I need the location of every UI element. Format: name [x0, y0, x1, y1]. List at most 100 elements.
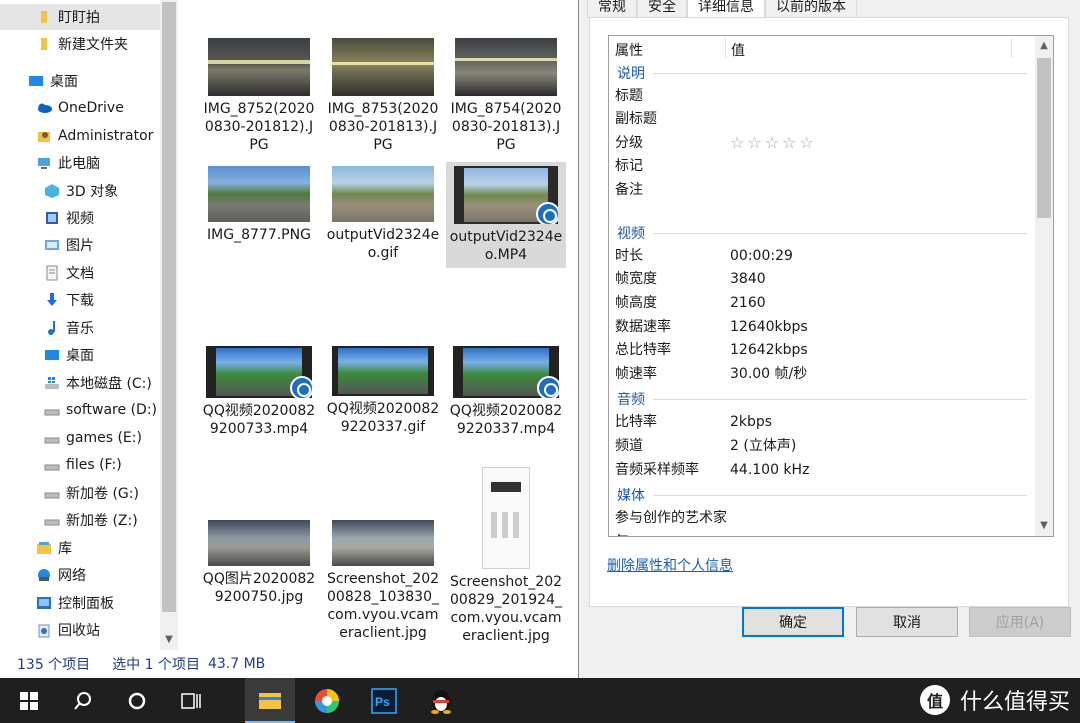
windows-drive-icon — [45, 377, 59, 389]
tab-details[interactable]: 详细信息 — [687, 0, 765, 18]
tunnel-photo-thumbnail — [208, 38, 310, 96]
tab-previous-versions[interactable]: 以前的版本 — [765, 0, 857, 18]
property-sample-rate[interactable]: 音频采样频率 — [615, 460, 699, 480]
file-tile[interactable]: Screenshot_20200828_103830_com.vyou.vcam… — [323, 520, 443, 642]
property-rating[interactable]: 分级 — [615, 133, 643, 153]
file-tile[interactable]: outputVid2324eo.gif — [323, 166, 443, 262]
documents-icon — [46, 265, 58, 281]
video-thumbnail — [206, 346, 312, 398]
nav-item-network[interactable]: 网络 — [0, 562, 160, 588]
file-tile[interactable]: IMG_8752(20200830-201812).JPG — [199, 38, 319, 154]
chevron-down-icon[interactable]: ▼ — [1038, 520, 1050, 534]
nav-item-desktop-2[interactable]: 桌面 — [0, 342, 160, 368]
nav-item-libraries[interactable]: 库 — [0, 535, 160, 561]
nav-item-videos[interactable]: 视频 — [0, 205, 160, 231]
nav-item-downloads[interactable]: 下载 — [0, 287, 160, 313]
nav-item-control-panel[interactable]: 控制面板 — [0, 590, 160, 616]
nav-item-music[interactable]: 音乐 — [0, 315, 160, 341]
details-scrollbar-thumb[interactable] — [1037, 58, 1051, 218]
taskbar-photoshop[interactable]: Ps — [359, 678, 409, 723]
property-frame-rate[interactable]: 帧速率 — [615, 364, 657, 384]
header-property[interactable]: 属性 — [615, 40, 643, 62]
file-tile[interactable]: IMG_8777.PNG — [199, 166, 319, 244]
file-tile[interactable]: IMG_8754(20200830-201813).JPG — [446, 38, 566, 154]
desktop-icon — [45, 350, 59, 360]
taskbar: Ps 值 什么值得买 — [0, 678, 1080, 723]
rating-stars[interactable]: ☆☆☆☆☆ — [730, 133, 817, 153]
computer-icon — [38, 158, 50, 169]
property-title[interactable]: 标题 — [615, 86, 643, 106]
file-tile[interactable]: QQ图片20200829200750.jpg — [199, 520, 319, 606]
nav-item-3d-objects[interactable]: 3D 对象 — [0, 178, 160, 204]
nav-scrollbar-thumb[interactable] — [162, 2, 176, 612]
details-panel: 属性 值 说明 标题 副标题 分级 ☆☆☆☆☆ 标记 备注 视频 时长 00:0… — [589, 17, 1069, 607]
nav-item-administrator[interactable]: Administrator — [0, 123, 160, 149]
nav-item-drive-g[interactable]: 新加卷 (G:) — [0, 480, 160, 506]
ok-button[interactable]: 确定 — [742, 607, 844, 637]
property-contributing-artists[interactable]: 参与创作的艺术家 — [615, 508, 727, 528]
nav-item-dingdingpai[interactable]: 盯盯拍 — [0, 4, 160, 30]
property-duration[interactable]: 时长 — [615, 246, 643, 266]
nav-item-drive-f[interactable]: files (F:) — [0, 452, 160, 478]
nav-item-pictures[interactable]: 图片 — [0, 232, 160, 258]
nav-item-documents[interactable]: 文档 — [0, 260, 160, 286]
task-view-button[interactable] — [166, 678, 216, 723]
nav-item-drive-c[interactable]: 本地磁盘 (C:) — [0, 370, 160, 396]
file-tile[interactable]: QQ视频20200829220337.gif — [323, 346, 443, 436]
property-tags[interactable]: 标记 — [615, 156, 643, 176]
header-value[interactable]: 值 — [731, 40, 745, 62]
property-year[interactable]: 年 — [615, 532, 629, 536]
value-frame-height: 2160 — [730, 295, 766, 311]
cube-icon — [45, 184, 59, 198]
tab-general[interactable]: 常规 — [587, 0, 637, 18]
start-button[interactable] — [4, 678, 54, 723]
nav-item-drive-z[interactable]: 新加卷 (Z:) — [0, 507, 160, 533]
folder-icon — [41, 11, 47, 23]
property-channels[interactable]: 频道 — [615, 436, 643, 456]
nav-item-recycle-bin[interactable]: 回收站 — [0, 617, 160, 643]
header-divider — [725, 38, 726, 58]
details-list[interactable]: 属性 值 说明 标题 副标题 分级 ☆☆☆☆☆ 标记 备注 视频 时长 00:0… — [608, 35, 1054, 537]
chevron-up-icon[interactable]: ▲ — [1038, 40, 1050, 54]
property-data-rate[interactable]: 数据速率 — [615, 317, 671, 337]
chevron-down-icon[interactable]: ▼ — [163, 634, 175, 648]
phone-screenshot-thumbnail — [482, 467, 530, 569]
video-icon — [46, 212, 58, 224]
file-name: IMG_8754(20200830-201813).JPG — [450, 101, 562, 153]
nav-item-drive-d[interactable]: software (D:) — [0, 397, 160, 423]
apply-button[interactable]: 应用(A) — [969, 607, 1071, 637]
remove-properties-link[interactable]: 删除属性和个人信息 — [607, 555, 733, 575]
file-tile[interactable]: IMG_8753(20200830-201813).JPG — [323, 38, 443, 154]
taskbar-file-explorer[interactable] — [245, 678, 295, 723]
cortana-button[interactable] — [112, 678, 162, 723]
property-audio-bitrate[interactable]: 比特率 — [615, 412, 657, 432]
file-tile[interactable]: QQ视频20200829200733.mp4 — [199, 346, 319, 438]
property-subtitle[interactable]: 副标题 — [615, 109, 657, 129]
nav-scrollbar[interactable]: ▼ — [160, 0, 178, 650]
property-comments[interactable]: 备注 — [615, 180, 643, 200]
nav-item-drive-e[interactable]: games (E:) — [0, 425, 160, 451]
nav-item-desktop[interactable]: 桌面 — [0, 68, 160, 94]
dashcam-photo-thumbnail — [208, 520, 310, 566]
file-name: IMG_8752(20200830-201812).JPG — [203, 101, 315, 153]
file-tile[interactable]: Screenshot_20200829_201924_com.vyou.vcam… — [446, 467, 566, 645]
file-name: QQ视频20200829200733.mp4 — [202, 403, 316, 437]
search-button[interactable] — [58, 678, 108, 723]
tab-security[interactable]: 安全 — [637, 0, 687, 18]
property-frame-height[interactable]: 帧高度 — [615, 293, 657, 313]
taskbar-qq[interactable] — [416, 678, 466, 723]
nav-item-new-folder[interactable]: 新建文件夹 — [0, 31, 160, 57]
taskbar-color-app[interactable] — [302, 678, 352, 723]
file-tile-selected[interactable]: outputVid2324eo.MP4 — [446, 162, 566, 268]
library-icon — [37, 542, 51, 554]
qq-penguin-icon — [431, 689, 451, 714]
property-frame-width[interactable]: 帧宽度 — [615, 269, 657, 289]
file-tile[interactable]: QQ视频20200829220337.mp4 — [446, 346, 566, 438]
nav-item-onedrive[interactable]: OneDrive — [0, 95, 160, 121]
nav-item-this-pc[interactable]: 此电脑 — [0, 150, 160, 176]
dashcam-photo-thumbnail — [332, 520, 434, 566]
cancel-button[interactable]: 取消 — [856, 607, 958, 637]
file-explorer-icon — [259, 692, 281, 709]
property-total-bitrate[interactable]: 总比特率 — [615, 340, 671, 360]
details-scrollbar[interactable]: ▲ ▼ — [1035, 36, 1053, 536]
